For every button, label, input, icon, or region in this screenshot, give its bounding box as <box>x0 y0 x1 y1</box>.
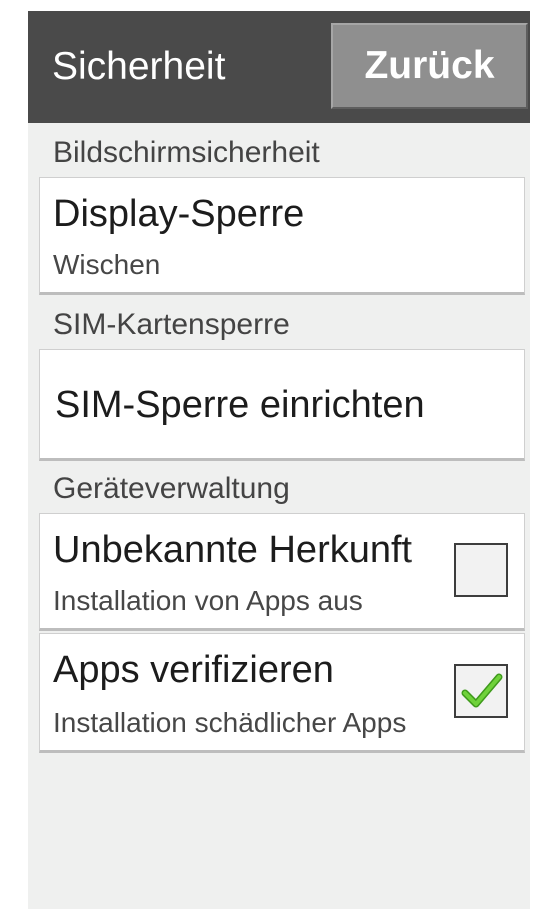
section-header-sim-lock: SIM-Kartensperre <box>53 308 290 341</box>
list-item-verify-apps[interactable]: Apps verifizieren Installation schädlich… <box>39 633 525 753</box>
list-item-summary: Wischen <box>53 249 161 280</box>
checkbox-checked[interactable] <box>454 664 508 718</box>
security-settings-screen: Sicherheit Zurück Bildschirmsicherheit D… <box>28 11 530 909</box>
list-item-summary: Installation schädlicher Apps <box>53 707 407 738</box>
list-item-title: SIM-Sperre einrichten <box>55 384 425 426</box>
page-title: Sicherheit <box>52 45 226 88</box>
list-item-title: Display-Sperre <box>53 193 305 235</box>
checkbox-unchecked-icon[interactable] <box>454 543 508 597</box>
list-item-sim-lock-setup[interactable]: SIM-Sperre einrichten <box>39 349 525 461</box>
list-item-title: Unbekannte Herkunft <box>53 529 413 571</box>
section-header-device-admin: Geräteverwaltung <box>53 472 290 505</box>
checkmark-icon <box>461 673 503 708</box>
list-item-title: Apps verifizieren <box>53 649 334 691</box>
list-item-display-lock[interactable]: Display-Sperre Wischen <box>39 177 525 295</box>
back-button[interactable]: Zurück <box>331 23 528 109</box>
list-item-unknown-sources[interactable]: Unbekannte Herkunft Installation von App… <box>39 513 525 631</box>
list-item-summary: Installation von Apps aus <box>53 585 363 616</box>
section-header-screen-security: Bildschirmsicherheit <box>53 136 320 169</box>
action-bar: Sicherheit Zurück <box>28 11 530 123</box>
